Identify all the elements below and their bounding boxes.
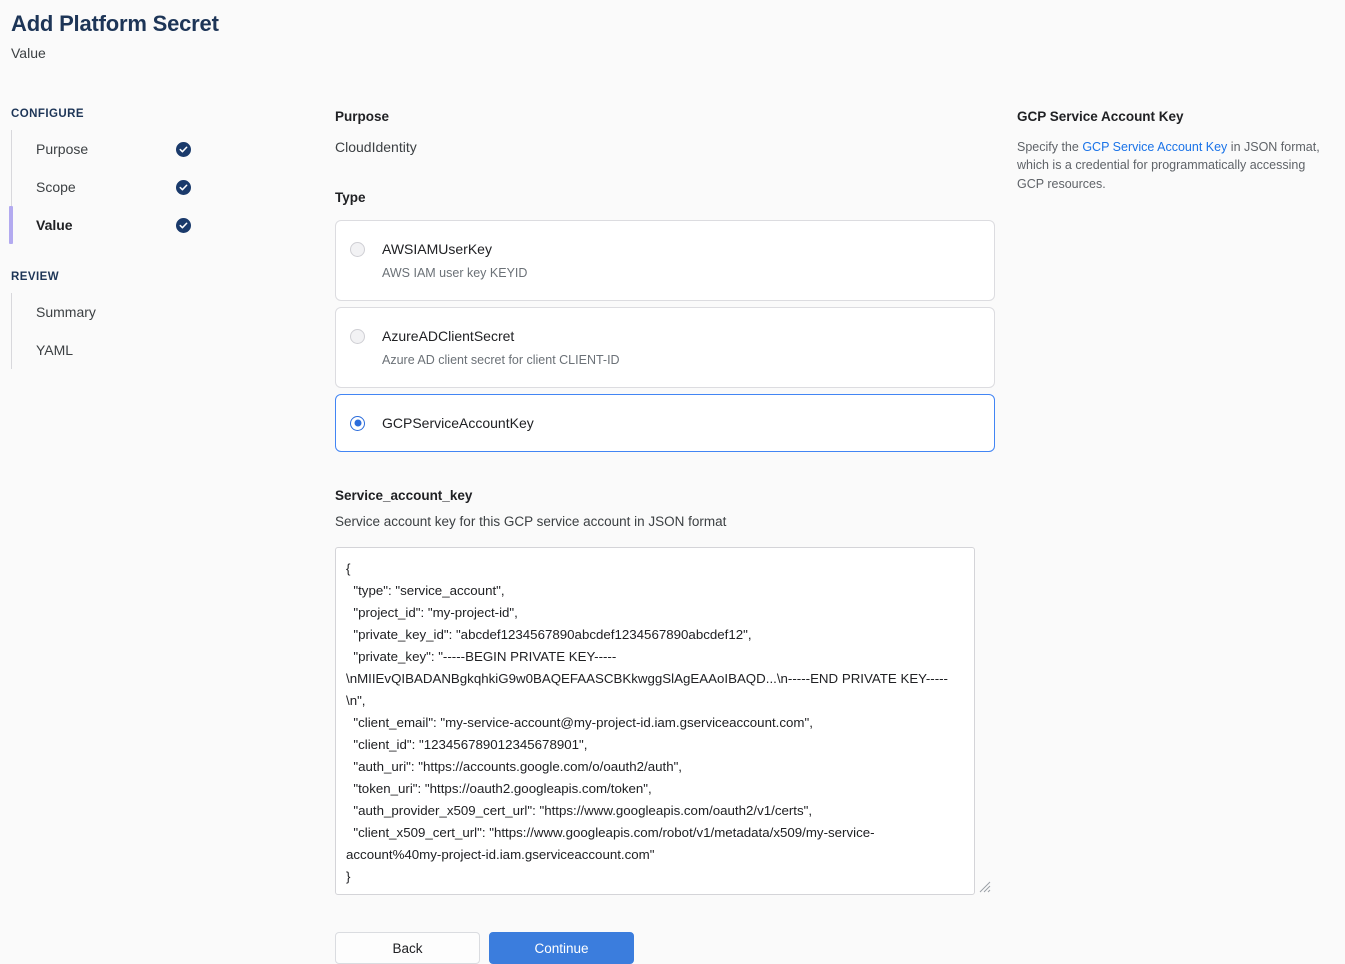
form-actions: Back Continue [335, 932, 995, 964]
service-account-key-label: Service_account_key [335, 488, 473, 504]
sidebar-item-purpose[interactable]: Purpose [12, 130, 335, 168]
check-circle-icon [176, 141, 191, 157]
type-option-description: AWS IAM user key KEYID [382, 266, 528, 281]
radio-row: AzureADClientSecret [336, 328, 994, 344]
service-account-key-input[interactable] [335, 547, 975, 896]
service-account-key-textarea-wrap [335, 547, 995, 896]
resize-handle-icon[interactable] [979, 880, 991, 893]
type-option-awsiamuserkey[interactable]: AWSIAMUserKey AWS IAM user key KEYID [335, 220, 995, 302]
continue-button[interactable]: Continue [489, 932, 634, 964]
radio-unchecked-icon[interactable] [350, 241, 365, 257]
purpose-label: Purpose [335, 109, 390, 124]
sidebar-item-label: Summary [36, 304, 96, 320]
page-title: Add Platform Secret [11, 11, 219, 36]
wizard-sidebar: CONFIGURE Purpose Scope Value REVIEW Sum… [0, 108, 335, 369]
help-text-before: Specify the [1017, 139, 1083, 154]
service-account-key-description: Service account key for this GCP service… [335, 514, 727, 530]
radio-unchecked-icon[interactable] [350, 328, 365, 344]
service-account-key-section: Service_account_key Service account key … [335, 487, 995, 896]
type-option-gcpserviceaccountkey[interactable]: GCPServiceAccountKey [335, 394, 995, 453]
sidebar-item-label: Scope [36, 179, 76, 195]
type-option-title: AWSIAMUserKey [382, 241, 492, 258]
type-option-title: GCPServiceAccountKey [382, 415, 534, 432]
help-panel: GCP Service Account Key Specify the GCP … [995, 108, 1345, 193]
radio-checked-icon[interactable] [350, 415, 365, 431]
purpose-value: CloudIdentity [335, 138, 417, 155]
type-option-azureadclientsecret[interactable]: AzureADClientSecret Azure AD client secr… [335, 307, 995, 389]
page-layout: CONFIGURE Purpose Scope Value REVIEW Sum… [0, 108, 1345, 964]
sidebar-item-label: YAML [36, 342, 74, 358]
back-button[interactable]: Back [335, 932, 480, 964]
sidebar-item-label: Purpose [36, 141, 89, 157]
check-circle-icon [176, 217, 191, 233]
type-label: Type [335, 190, 366, 206]
help-panel-body: Specify the GCP Service Account Key in J… [1017, 138, 1335, 194]
page-header: Add Platform Secret Value [0, 0, 1345, 62]
help-panel-title: GCP Service Account Key [1017, 109, 1184, 124]
sidebar-item-scope[interactable]: Scope [12, 168, 335, 206]
page-subtitle: Value [11, 44, 46, 61]
sidebar-section-title-review: REVIEW [11, 271, 60, 283]
sidebar-item-label: Value [36, 217, 73, 233]
check-circle-icon [176, 179, 191, 195]
radio-row: AWSIAMUserKey [336, 241, 994, 257]
sidebar-group-review: Summary YAML [11, 293, 335, 369]
type-option-description: Azure AD client secret for client CLIENT… [382, 353, 620, 368]
sidebar-group-configure: Purpose Scope Value [9, 130, 335, 244]
sidebar-section-title-configure: CONFIGURE [11, 108, 85, 120]
sidebar-item-value[interactable]: Value [9, 206, 335, 244]
main-form: Purpose CloudIdentity Type AWSIAMUserKey… [335, 108, 995, 964]
sidebar-item-yaml[interactable]: YAML [12, 331, 335, 369]
type-radio-group: AWSIAMUserKey AWS IAM user key KEYID Azu… [335, 220, 995, 453]
gcp-service-account-key-link[interactable]: GCP Service Account Key [1082, 140, 1227, 154]
type-option-title: AzureADClientSecret [382, 328, 515, 345]
radio-row: GCPServiceAccountKey [336, 415, 994, 431]
sidebar-item-summary[interactable]: Summary [12, 293, 335, 331]
